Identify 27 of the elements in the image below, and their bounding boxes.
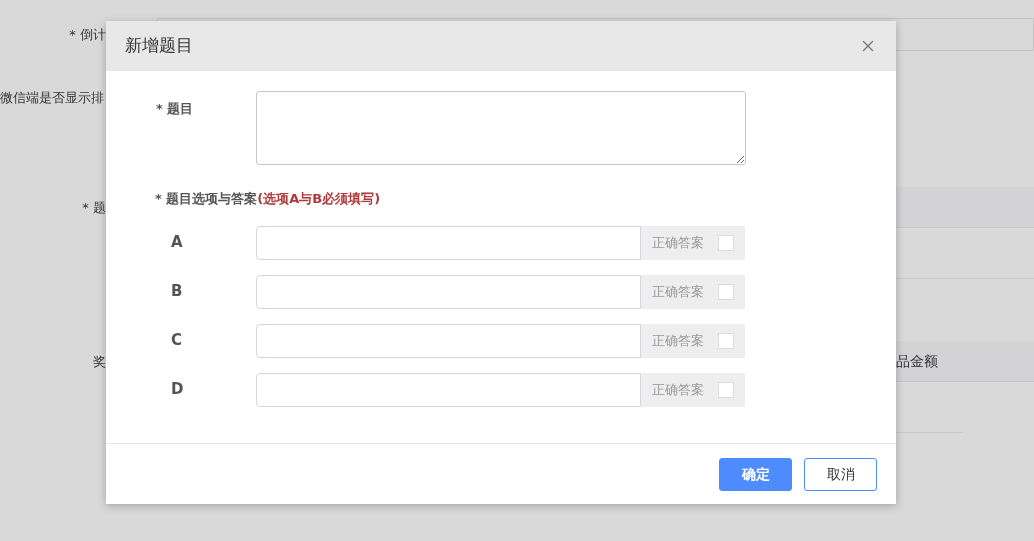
- answer-label: 正确答案: [652, 282, 704, 301]
- form-label: 奖: [93, 352, 106, 371]
- option-input[interactable]: [256, 274, 641, 309]
- cancel-button[interactable]: 取消: [804, 457, 877, 491]
- column-header: 品金额: [896, 351, 938, 371]
- form-label: * 倒计: [69, 25, 106, 44]
- question-input[interactable]: [256, 91, 746, 165]
- answer-checkbox[interactable]: [718, 332, 734, 349]
- answer-label: 正确答案: [652, 233, 704, 252]
- option-input[interactable]: [256, 323, 641, 358]
- option-letter: A: [171, 233, 183, 252]
- answer-checkbox[interactable]: [718, 234, 734, 251]
- form-label: * 题: [82, 198, 106, 217]
- option-letter: B: [171, 282, 183, 301]
- section-label: * 题目选项与答案: [155, 191, 258, 206]
- answer-checkbox[interactable]: [718, 381, 734, 398]
- option-input[interactable]: [256, 372, 641, 407]
- answer-label: 正确答案: [652, 380, 704, 399]
- option-letter: D: [171, 380, 184, 399]
- field-label: * 题目: [156, 101, 194, 116]
- dialog-title: 新增题目: [125, 34, 193, 58]
- answer-label: 正确答案: [652, 331, 704, 350]
- option-letter: C: [171, 331, 182, 350]
- required-note: (选项A与B必须填写): [257, 191, 381, 206]
- answer-checkbox[interactable]: [718, 283, 734, 300]
- form-label: 微信端是否显示排: [0, 88, 104, 107]
- option-input[interactable]: [256, 225, 641, 260]
